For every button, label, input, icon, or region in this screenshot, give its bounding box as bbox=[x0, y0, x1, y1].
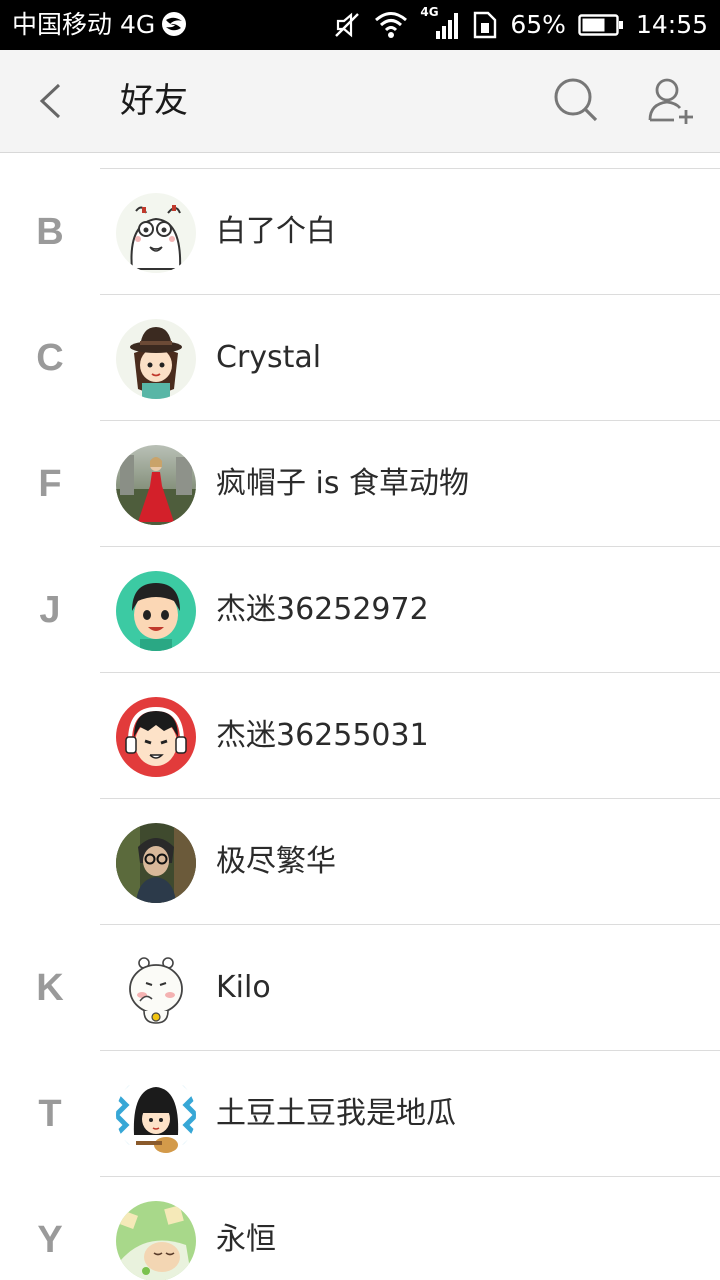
contact-name: 永恒 bbox=[216, 1222, 276, 1257]
signal-icon: 4G bbox=[420, 5, 460, 41]
contact-name: 白了个白 bbox=[216, 214, 336, 249]
glasses-photo-avatar bbox=[116, 823, 196, 903]
index-letter: Y bbox=[37, 1219, 63, 1261]
headphones-boy-avatar bbox=[116, 697, 196, 777]
back-button[interactable] bbox=[26, 70, 80, 132]
battery-icon bbox=[578, 14, 623, 36]
contact-row[interactable]: J 杰迷36252972 bbox=[0, 547, 720, 673]
sim-icon bbox=[474, 11, 497, 39]
back-chevron-icon bbox=[39, 83, 61, 119]
contact-name: Kilo bbox=[216, 970, 271, 1005]
index-letter: C bbox=[36, 337, 64, 379]
carrier-text: 中国移动 4G bbox=[12, 10, 156, 39]
index-letter: T bbox=[38, 1093, 62, 1135]
mute-icon bbox=[335, 12, 360, 38]
contact-row[interactable]: Y 永恒 bbox=[0, 1177, 720, 1280]
status-bar: 中国移动 4G 4G 65% 14:55 bbox=[0, 0, 720, 50]
index-letter: B bbox=[36, 211, 64, 253]
carrier-logo-icon bbox=[161, 11, 187, 37]
contact-name: 杰迷36252972 bbox=[216, 592, 429, 627]
index-letter: J bbox=[39, 589, 61, 631]
cartoon-face-avatar bbox=[116, 193, 196, 273]
contact-row[interactable]: K Kilo bbox=[0, 925, 720, 1051]
contact-row[interactable]: F 疯帽子 is 食草动物 bbox=[0, 421, 720, 547]
add-friend-button[interactable] bbox=[642, 72, 700, 130]
index-letter: F bbox=[38, 463, 62, 505]
contact-name: 土豆土豆我是地瓜 bbox=[216, 1096, 456, 1131]
carrier-label: 中国移动 4G bbox=[12, 10, 187, 40]
app-header: 好友 bbox=[0, 50, 720, 153]
wifi-icon bbox=[375, 12, 408, 38]
battery-percentage: 65% bbox=[510, 10, 566, 39]
status-icons: 4G 65% 14:55 bbox=[332, 5, 708, 42]
contact-row[interactable]: 极尽繁华 bbox=[0, 799, 720, 925]
contact-row[interactable]: 杰迷36255031 bbox=[0, 673, 720, 799]
girl-guitar-avatar bbox=[116, 1075, 196, 1155]
girl-hat-avatar bbox=[116, 319, 196, 399]
cartoon-boy-avatar bbox=[116, 571, 196, 651]
search-icon bbox=[554, 78, 598, 122]
page-title: 好友 bbox=[120, 81, 188, 121]
clock: 14:55 bbox=[635, 10, 708, 39]
contact-row[interactable]: T 土豆土豆我是地瓜 bbox=[0, 1051, 720, 1177]
contact-row[interactable]: B 白了个白 bbox=[0, 169, 720, 295]
red-dress-photo-avatar bbox=[116, 445, 196, 525]
contact-name: 杰迷36255031 bbox=[216, 718, 429, 753]
add-friend-icon bbox=[648, 78, 693, 124]
contact-name: 疯帽子 is 食草动物 bbox=[216, 466, 470, 501]
search-button[interactable] bbox=[548, 72, 606, 130]
contact-row[interactable]: C Crystal bbox=[0, 295, 720, 421]
bear-avatar bbox=[116, 949, 196, 1029]
contact-name: Crystal bbox=[216, 340, 322, 375]
contact-list[interactable]: B 白了个白 C Crystal F 疯帽子 is 食草动物 J 杰迷36252… bbox=[0, 153, 720, 1280]
index-letter: K bbox=[36, 967, 64, 1009]
index-letter bbox=[0, 673, 100, 799]
sleeping-baby-avatar bbox=[116, 1201, 196, 1280]
contact-name: 极尽繁华 bbox=[216, 844, 336, 879]
index-letter bbox=[0, 799, 100, 925]
